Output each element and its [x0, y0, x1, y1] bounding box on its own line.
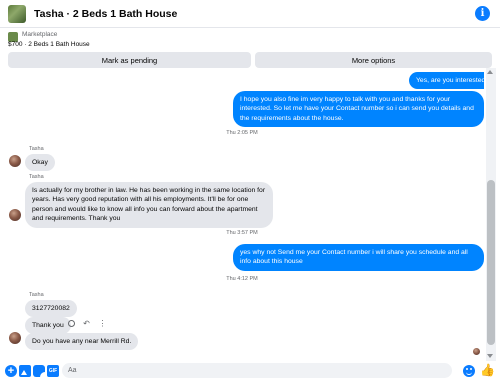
- reply-icon[interactable]: ↶: [82, 319, 91, 328]
- message-input[interactable]: [62, 363, 452, 378]
- sticker-icon[interactable]: [33, 365, 45, 377]
- scrollbar-thumb[interactable]: [487, 180, 495, 345]
- incoming-message[interactable]: Thank you: [25, 317, 71, 335]
- sender-avatar[interactable]: [9, 155, 21, 167]
- outgoing-message[interactable]: Yes, are you interested?: [409, 72, 484, 90]
- listing-source: Marketplace: [22, 31, 58, 38]
- timestamp: Thu 4:12 PM: [226, 276, 258, 282]
- listing-panel: Marketplace $700 · 2 Beds 1 Bath House M…: [0, 28, 500, 68]
- sender-avatar[interactable]: [9, 332, 21, 344]
- scroll-down-arrow-icon[interactable]: [487, 354, 493, 358]
- seen-avatar: [473, 348, 480, 355]
- emoji-icon[interactable]: [463, 365, 475, 377]
- info-icon[interactable]: i: [475, 6, 490, 21]
- message-actions: ↶ ⋮: [68, 319, 107, 328]
- outgoing-message[interactable]: I hope you also fine im very happy to ta…: [233, 91, 484, 128]
- message-composer: + GIF 👍: [0, 361, 500, 381]
- incoming-message[interactable]: Do you have any near Merrill Rd.: [25, 333, 139, 351]
- timestamp: Thu 3:57 PM: [226, 230, 258, 236]
- more-options-button[interactable]: More options: [255, 52, 492, 68]
- conversation-header: Tasha · 2 Beds 1 Bath House i: [0, 0, 500, 28]
- sender-name: Tasha: [29, 146, 44, 152]
- incoming-message[interactable]: Okay: [25, 154, 55, 172]
- incoming-message[interactable]: 3127720082: [25, 300, 77, 318]
- react-icon[interactable]: [68, 320, 75, 327]
- photo-icon[interactable]: [19, 365, 31, 377]
- gif-icon[interactable]: GIF: [47, 365, 59, 377]
- plus-icon[interactable]: +: [5, 365, 17, 377]
- sender-name: Tasha: [29, 174, 44, 180]
- sender-name: Tasha: [29, 292, 44, 298]
- timestamp: Thu 2:05 PM: [226, 130, 258, 136]
- like-icon[interactable]: 👍: [480, 364, 495, 377]
- sender-avatar[interactable]: [9, 209, 21, 221]
- outgoing-message[interactable]: yes why not Send me your Contact number …: [233, 244, 484, 271]
- listing-price-title[interactable]: $700 · 2 Beds 1 Bath House: [8, 41, 90, 48]
- scroll-up-arrow-icon[interactable]: [487, 70, 493, 74]
- conversation-title[interactable]: Tasha · 2 Beds 1 Bath House: [34, 8, 177, 20]
- message-thread[interactable]: Yes, are you interested? I hope you also…: [0, 68, 484, 361]
- incoming-message[interactable]: Is actually for my brother in law. He ha…: [25, 182, 273, 228]
- more-icon[interactable]: ⋮: [98, 319, 107, 328]
- mark-as-pending-button[interactable]: Mark as pending: [8, 52, 251, 68]
- listing-avatar[interactable]: [8, 4, 26, 23]
